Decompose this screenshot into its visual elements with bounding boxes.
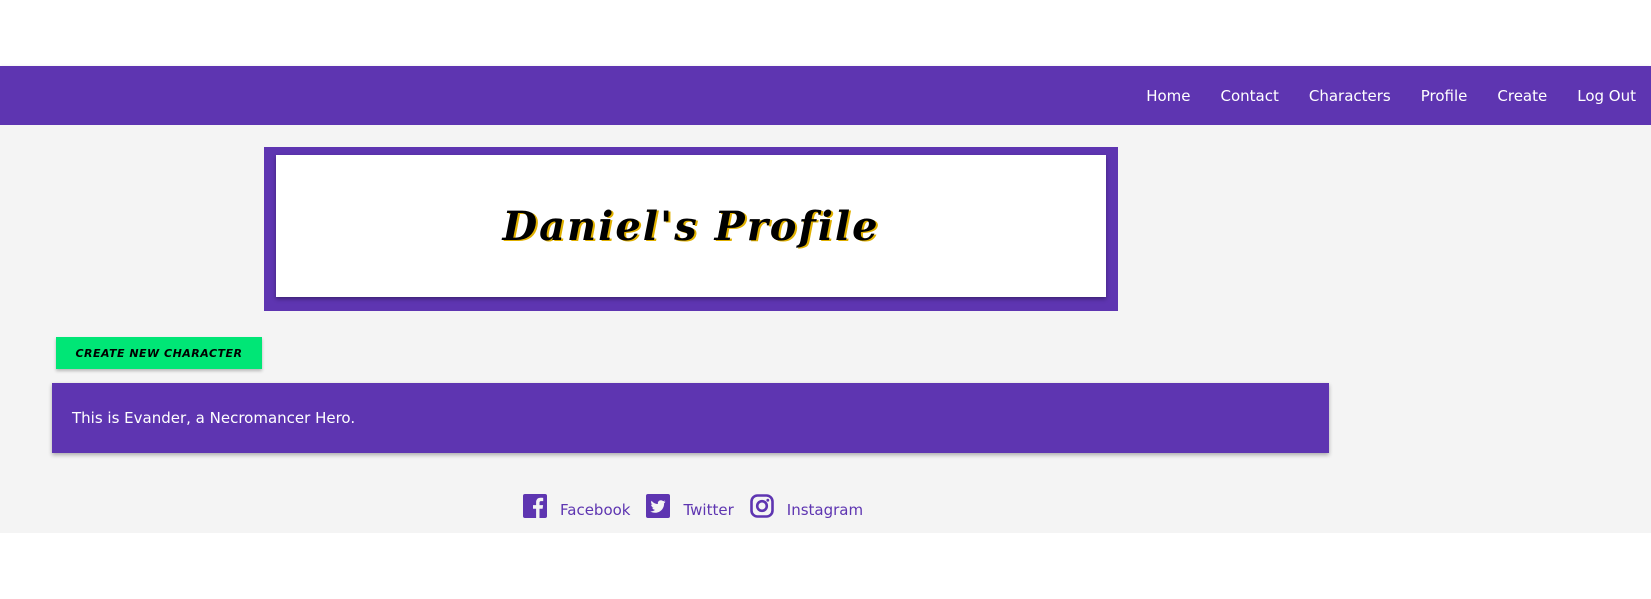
nav-logout-link[interactable]: Log Out [1562,87,1651,105]
page-title: Daniel's Profile [502,202,880,250]
main-content: Daniel's Profile create new character Th… [0,125,1651,533]
navbar: Home Contact Characters Profile Create L… [0,66,1651,125]
character-description: This is Evander, a Necromancer Hero. [72,409,356,427]
facebook-link[interactable]: Facebook [523,493,630,519]
facebook-icon [523,494,547,518]
twitter-label: Twitter [683,501,734,519]
nav-create-link[interactable]: Create [1482,87,1562,105]
instagram-icon [749,494,774,518]
twitter-icon [646,494,671,518]
nav-characters-link[interactable]: Characters [1294,87,1406,105]
create-character-button[interactable]: create new character [56,337,262,369]
bottom-spacer [0,533,1651,599]
twitter-link[interactable]: Twitter [646,493,734,519]
profile-header-card: Daniel's Profile [276,155,1106,297]
profile-header-frame: Daniel's Profile [264,147,1118,311]
nav-links: Home Contact Characters Profile Create L… [1131,66,1651,125]
facebook-label: Facebook [560,501,631,519]
instagram-link[interactable]: Instagram [749,493,864,519]
character-card[interactable]: This is Evander, a Necromancer Hero. [52,383,1329,453]
nav-profile-link[interactable]: Profile [1406,87,1483,105]
top-spacer [0,0,1651,66]
nav-home-link[interactable]: Home [1131,87,1205,105]
social-links: Facebook Twitter Instagram [523,491,879,521]
nav-contact-link[interactable]: Contact [1206,87,1294,105]
instagram-label: Instagram [786,501,864,519]
